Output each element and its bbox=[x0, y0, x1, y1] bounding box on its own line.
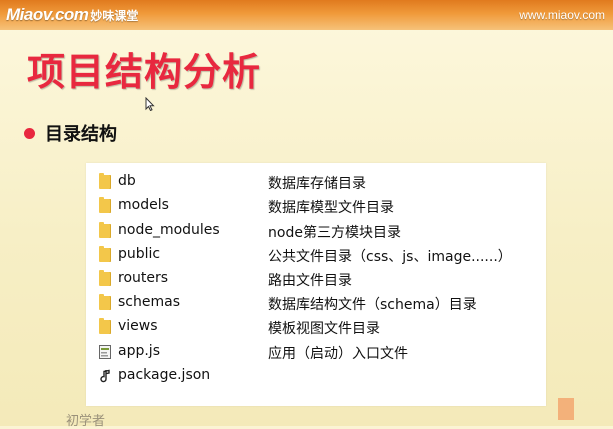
folder-icon bbox=[99, 246, 111, 262]
header-bar: Miaov.com 妙味课堂 www.miaov.com bbox=[0, 0, 613, 30]
directory-row: schemas 数据库结构文件（schema）目录 bbox=[86, 292, 546, 316]
directory-row: db 数据库存储目录 bbox=[86, 171, 546, 195]
json-file-icon bbox=[100, 369, 110, 383]
item-name: schemas bbox=[118, 294, 180, 310]
item-description: node第三方模块目录 bbox=[268, 225, 401, 241]
mouse-cursor-icon bbox=[145, 97, 155, 111]
bullet-dot-icon bbox=[24, 127, 35, 139]
item-name: app.js bbox=[118, 343, 160, 359]
item-description: 路由文件目录 bbox=[268, 273, 352, 289]
directory-row: public 公共文件目录（css、js、image......） bbox=[86, 244, 546, 268]
directory-row: views 模板视图文件目录 bbox=[86, 316, 546, 340]
directory-panel: db 数据库存储目录 models 数据库模型文件目录 node_modules node… bbox=[86, 163, 546, 406]
item-description: 模板视图文件目录 bbox=[268, 321, 380, 337]
corner-decoration bbox=[558, 398, 574, 420]
bullet-item: 目录结构 bbox=[24, 120, 117, 146]
item-description: 公共文件目录（css、js、image......） bbox=[268, 249, 512, 265]
logo: Miaov.com 妙味课堂 bbox=[6, 4, 138, 26]
folder-icon bbox=[99, 173, 111, 189]
folder-icon bbox=[99, 222, 111, 238]
directory-row: models 数据库模型文件目录 bbox=[86, 195, 546, 219]
logo-mark: Miaov.com bbox=[6, 5, 89, 24]
logo-chinese: 妙味课堂 bbox=[90, 8, 139, 23]
slide: Miaov.com 妙味课堂 www.miaov.com 项目结构分析 目录结构… bbox=[0, 0, 613, 429]
folder-icon bbox=[99, 318, 111, 334]
js-file-icon bbox=[99, 345, 111, 359]
directory-row: node_modules node第三方模块目录 bbox=[86, 220, 546, 244]
item-name: node_modules bbox=[118, 222, 220, 238]
item-description: 数据库存储目录 bbox=[268, 176, 366, 192]
slide-title: 项目结构分析 bbox=[27, 50, 262, 94]
item-name: routers bbox=[118, 270, 169, 286]
item-description: 数据库模型文件目录 bbox=[268, 200, 394, 216]
watermark-text: 初学者 bbox=[66, 414, 106, 429]
item-name: models bbox=[118, 197, 169, 213]
item-name: views bbox=[118, 318, 158, 334]
item-name: db bbox=[118, 173, 136, 189]
item-name: public bbox=[118, 246, 161, 262]
item-name: package.json bbox=[118, 367, 211, 383]
folder-icon bbox=[99, 197, 111, 213]
directory-row: app.js 应用（启动）入口文件 bbox=[86, 341, 546, 365]
folder-icon bbox=[99, 270, 111, 286]
directory-row: package.json bbox=[86, 365, 546, 389]
folder-icon bbox=[99, 294, 111, 310]
item-description: 数据库结构文件（schema）目录 bbox=[268, 297, 477, 313]
directory-row: routers 路由文件目录 bbox=[86, 268, 546, 292]
site-url: www.miaov.com bbox=[519, 8, 605, 22]
bullet-text: 目录结构 bbox=[45, 124, 117, 145]
item-description: 应用（启动）入口文件 bbox=[268, 346, 408, 362]
